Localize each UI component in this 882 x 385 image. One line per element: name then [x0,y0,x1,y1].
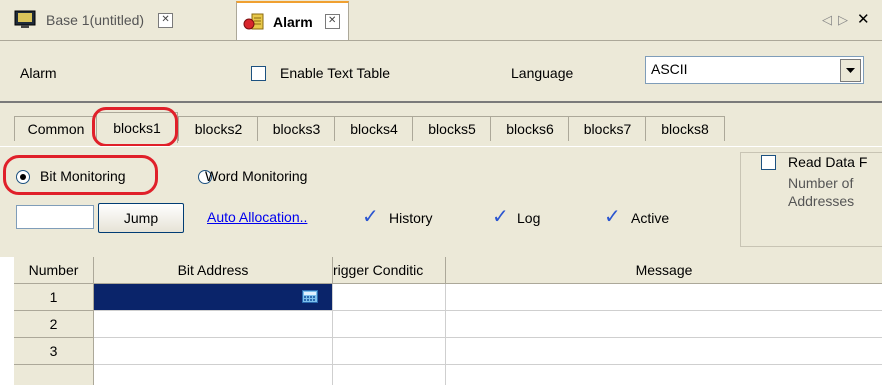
monitoring-panel: Bit Monitoring Word Monitoring Read Data… [0,146,882,257]
row-number[interactable]: 1 [14,284,94,311]
message-cell[interactable] [446,365,882,385]
language-label: Language [511,65,574,81]
trigger-condition-cell[interactable] [333,365,446,385]
bit-address-cell[interactable] [94,338,333,365]
row-number[interactable]: 2 [14,311,94,338]
scroll-left-icon[interactable]: ◁ [822,12,832,28]
active-label: Active [631,210,670,226]
tab-blocks1[interactable]: blocks1 [96,112,178,143]
read-data-group: Read Data F Number of Addresses [740,152,882,247]
alarm-grid: Number Bit Address rigger Conditic Messa… [14,257,882,385]
history-check-icon[interactable]: ✓ [362,204,379,229]
alarm-label: Alarm [20,65,57,81]
document-tab-strip: Base 1(untitled) ✕ Alarm ✕ ◁ ▷ ✕ [0,0,882,41]
tab-blocks2[interactable]: blocks2 [178,116,259,141]
trigger-condition-cell[interactable] [333,311,446,338]
monitor-icon [14,10,36,30]
doc-tab-base1[interactable]: Base 1(untitled) ✕ [14,2,174,38]
enable-text-table-checkbox[interactable] [251,66,266,81]
read-data-checkbox[interactable] [761,155,776,170]
alarm-icon [243,12,265,32]
tab-blocks7[interactable]: blocks7 [568,116,647,141]
trigger-condition-cell[interactable] [333,338,446,365]
number-of-label: Number of [788,175,854,191]
row-number[interactable] [14,365,94,385]
enable-text-table-label: Enable Text Table [280,65,391,81]
column-header-bit-address[interactable]: Bit Address [94,257,333,284]
message-cell[interactable] [446,338,882,365]
scroll-right-icon[interactable]: ▷ [838,12,848,28]
doc-tab-label: Alarm [273,13,313,30]
jump-input[interactable] [16,205,94,229]
log-check-icon[interactable]: ✓ [492,204,509,229]
doc-tab-label: Base 1(untitled) [46,12,145,28]
history-label: History [389,210,433,226]
active-check-icon[interactable]: ✓ [604,204,621,229]
block-tab-bar: Common blocks1 blocks2 blocks3 blocks4 b… [0,103,882,147]
addresses-label: Addresses [788,193,855,209]
column-header-number[interactable]: Number [14,257,94,284]
column-header-trigger-condition[interactable]: rigger Conditic [333,257,446,284]
tab-blocks3[interactable]: blocks3 [257,116,336,141]
bit-address-cell[interactable] [94,311,333,338]
doc-tab-alarm[interactable]: Alarm ✕ [236,1,349,40]
bit-address-cell[interactable] [94,365,333,385]
language-select[interactable]: ASCII [645,56,864,84]
close-icon[interactable]: ✕ [158,12,174,28]
column-header-message[interactable]: Message [446,257,882,284]
tab-blocks4[interactable]: blocks4 [334,116,414,141]
address-picker-icon[interactable] [302,290,318,303]
log-label: Log [517,210,541,226]
tab-common[interactable]: Common [14,116,98,141]
close-all-icon[interactable]: ✕ [857,10,870,28]
word-monitoring-label: Word Monitoring [205,168,308,184]
read-data-label: Read Data F [788,154,868,170]
tab-blocks8[interactable]: blocks8 [645,116,725,141]
message-cell[interactable] [446,311,882,338]
message-cell[interactable] [446,284,882,311]
auto-allocation-link[interactable]: Auto Allocation.. [207,209,307,225]
chevron-down-icon[interactable] [840,59,861,82]
tab-blocks5[interactable]: blocks5 [412,116,492,141]
language-value: ASCII [651,61,688,77]
alarm-settings-bar: Alarm Enable Text Table Language ASCII [0,41,882,103]
bit-address-cell[interactable] [94,284,333,311]
close-icon[interactable]: ✕ [324,14,340,29]
tab-blocks6[interactable]: blocks6 [490,116,570,141]
jump-button[interactable]: Jump [98,203,184,233]
bit-monitoring-radio[interactable] [16,170,30,184]
trigger-condition-cell[interactable] [333,284,446,311]
row-number[interactable]: 3 [14,338,94,365]
bit-monitoring-label: Bit Monitoring [40,168,126,184]
